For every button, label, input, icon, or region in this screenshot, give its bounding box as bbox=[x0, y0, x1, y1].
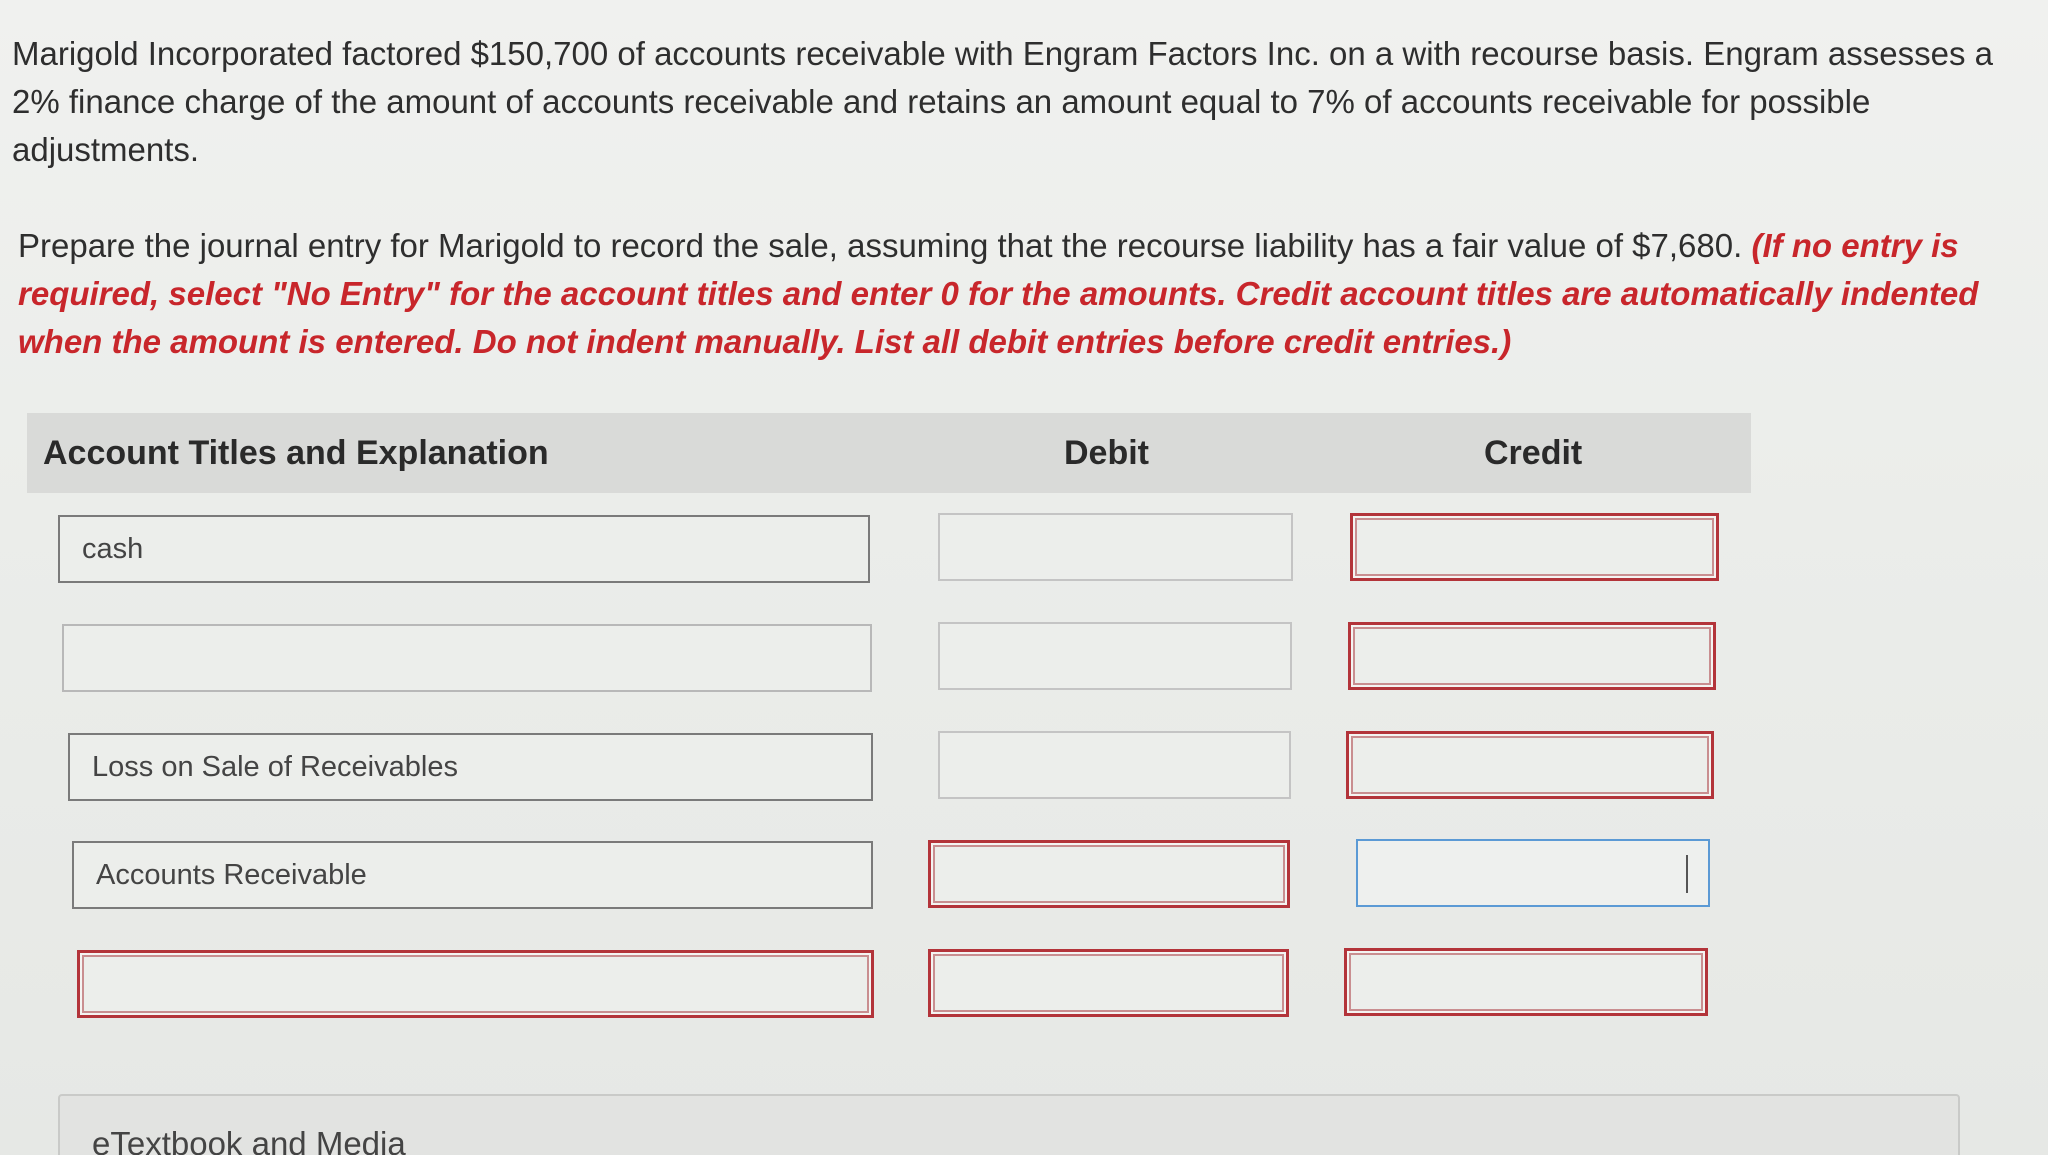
debit-field-row-5[interactable] bbox=[928, 949, 1289, 1017]
header-debit: Debit bbox=[1064, 434, 1149, 472]
journal-table-header: Account Titles and Explanation Debit Cre… bbox=[27, 413, 1751, 493]
account-field-row-1[interactable]: cash bbox=[58, 515, 870, 583]
debit-field-row-2[interactable] bbox=[938, 622, 1292, 690]
header-account-titles: Account Titles and Explanation bbox=[43, 434, 549, 472]
credit-field-row-2[interactable] bbox=[1348, 622, 1716, 690]
credit-field-row-5[interactable] bbox=[1344, 948, 1708, 1016]
problem-statement: Marigold Incorporated factored $150,700 … bbox=[12, 35, 1994, 168]
assignment-page: Marigold Incorporated factored $150,700 … bbox=[0, 0, 2048, 1155]
account-field-row-3[interactable]: Loss on Sale of Receivables bbox=[68, 733, 873, 801]
instructions: Prepare the journal entry for Marigold t… bbox=[18, 222, 2008, 366]
credit-field-row-3[interactable] bbox=[1346, 731, 1714, 799]
account-field-row-5[interactable] bbox=[77, 950, 874, 1018]
etextbook-media-button[interactable]: eTextbook and Media bbox=[58, 1094, 1960, 1155]
debit-field-row-3[interactable] bbox=[938, 731, 1291, 799]
header-credit: Credit bbox=[1484, 434, 1583, 472]
account-field-row-2[interactable] bbox=[62, 624, 872, 692]
credit-field-row-1[interactable] bbox=[1350, 513, 1719, 581]
debit-field-row-1[interactable] bbox=[938, 513, 1293, 581]
account-field-row-4[interactable]: Accounts Receivable bbox=[72, 841, 873, 909]
credit-field-row-4[interactable] bbox=[1356, 839, 1710, 907]
instructions-text: Prepare the journal entry for Marigold t… bbox=[18, 227, 1743, 264]
debit-field-row-4[interactable] bbox=[928, 840, 1290, 908]
text-cursor bbox=[1686, 855, 1688, 893]
